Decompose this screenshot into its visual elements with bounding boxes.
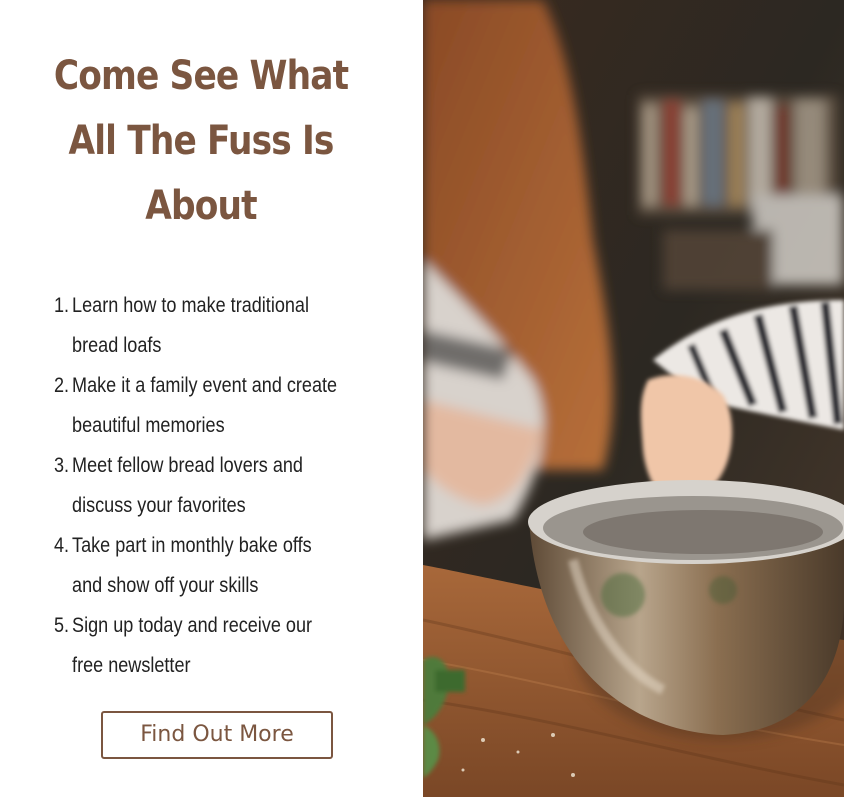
list-number: 5. bbox=[54, 614, 70, 637]
promo-heading: Come See What All The Fuss Is About bbox=[53, 53, 349, 229]
list-text: Make it a family event and create beauti… bbox=[72, 374, 338, 437]
list-text: Meet fellow bread lovers and discuss you… bbox=[72, 454, 303, 517]
list-number: 1. bbox=[54, 294, 70, 317]
list-item: 3. Meet fellow bread lovers and discuss … bbox=[54, 446, 338, 526]
list-number: 3. bbox=[54, 454, 70, 477]
list-number: 2. bbox=[54, 374, 70, 397]
promo-text-panel: Come See What All The Fuss Is About 1. L… bbox=[0, 0, 423, 797]
list-item: 1. Learn how to make traditional bread l… bbox=[54, 286, 338, 366]
list-text: Learn how to make traditional bread loaf… bbox=[72, 294, 309, 357]
list-text: Take part in monthly bake offs and show … bbox=[72, 534, 312, 597]
benefits-list: 1. Learn how to make traditional bread l… bbox=[54, 286, 384, 686]
list-item: 5. Sign up today and receive our free ne… bbox=[54, 606, 338, 686]
list-number: 4. bbox=[54, 534, 70, 557]
list-item: 4. Take part in monthly bake offs and sh… bbox=[54, 526, 338, 606]
list-item: 2. Make it a family event and create bea… bbox=[54, 366, 338, 446]
list-text: Sign up today and receive our free newsl… bbox=[72, 614, 313, 677]
promo-section: Come See What All The Fuss Is About 1. L… bbox=[0, 0, 844, 797]
find-out-more-button[interactable]: Find Out More bbox=[101, 711, 333, 759]
baking-photo bbox=[423, 0, 844, 797]
baking-photo-illustration bbox=[423, 0, 844, 797]
